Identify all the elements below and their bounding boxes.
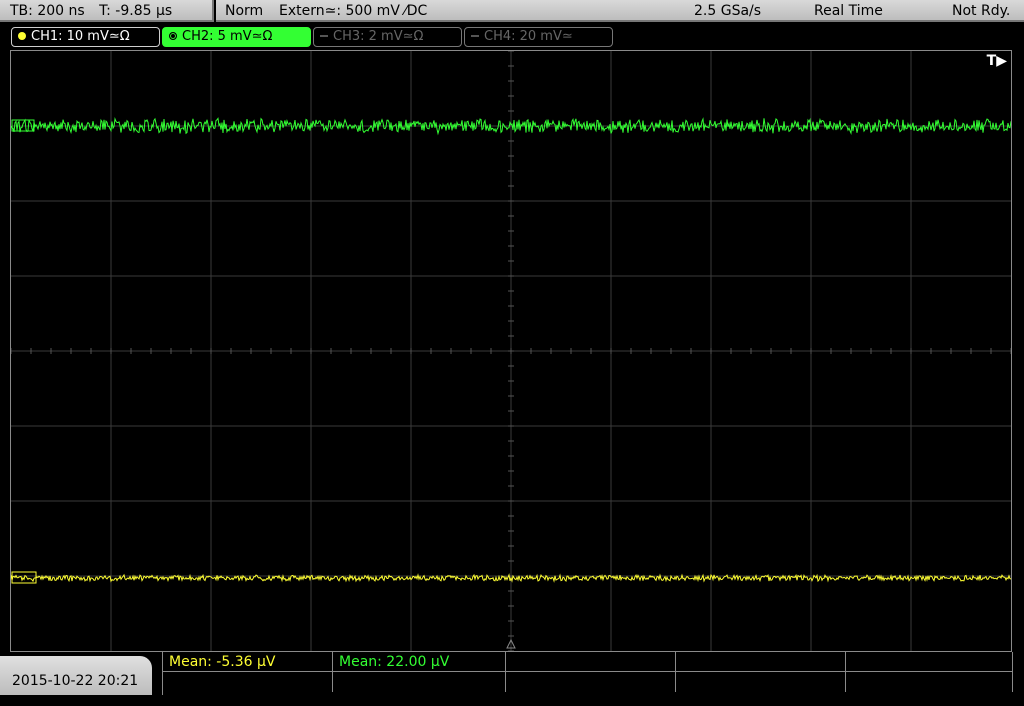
trigger-marker-icon: T▶ [986,53,1007,69]
measurement-slot[interactable] [333,672,506,692]
sample-rate: 2.5 GSa/s [694,3,762,19]
measurement-slot[interactable] [676,652,846,672]
channel-4-tab[interactable]: CH4: 20 mV≃ [464,27,613,47]
acquisition-mode: Real Time [814,3,883,19]
measurement-slot[interactable] [846,672,1013,692]
measurement-panel: Mean: -5.36 µV Mean: 22.00 µV [162,652,1013,695]
channel-4-label: CH4: 20 mV≃ [484,29,573,44]
measurement-slot[interactable] [676,672,846,692]
measurement-ch2-mean[interactable]: Mean: 22.00 µV [333,652,506,672]
trigger-bar[interactable]: Norm Extern≃: 500 mV ⁄DC 2.5 GSa/s Real … [216,0,1024,22]
channel-2-label: CH2: 5 mV≃Ω [182,29,273,44]
ready-status: Not Rdy. [952,3,1011,19]
channel-3-tab[interactable]: CH3: 2 mV≃Ω [313,27,462,47]
measurement-slot[interactable] [506,672,676,692]
timebase-value: TB: 200 ns [10,3,85,19]
channel-3-off-icon [320,35,328,37]
trigger-time-value: T: -9.85 µs [99,3,173,19]
channel-2-dot-icon [169,32,177,40]
channel-1-dot-icon [18,32,26,40]
status-bar: TB: 200 ns T: -9.85 µs Norm Extern≃: 500… [0,0,1024,24]
timebase-box[interactable]: TB: 200 ns T: -9.85 µs [0,0,214,22]
measurement-slot[interactable] [846,652,1013,672]
channel-1-label: CH1: 10 mV≃Ω [31,29,130,44]
waveform-grid [11,51,1011,651]
measurement-slot[interactable] [506,652,676,672]
waveform-display[interactable]: T▶ [10,50,1012,652]
trigger-source[interactable]: Extern≃: 500 mV ⁄DC [279,0,427,22]
measurement-slot[interactable] [163,672,333,692]
channel-2-tab[interactable]: CH2: 5 mV≃Ω [162,27,311,47]
trigger-mode[interactable]: Norm [225,0,263,22]
channel-1-tab[interactable]: CH1: 10 mV≃Ω [11,27,160,47]
measurement-ch1-mean[interactable]: Mean: -5.36 µV [163,652,333,672]
datetime-display: 2015-10-22 20:21 [0,656,152,695]
channel-4-off-icon [471,35,479,37]
channel-3-label: CH3: 2 mV≃Ω [333,29,424,44]
datetime-value: 2015-10-22 20:21 [12,673,139,689]
